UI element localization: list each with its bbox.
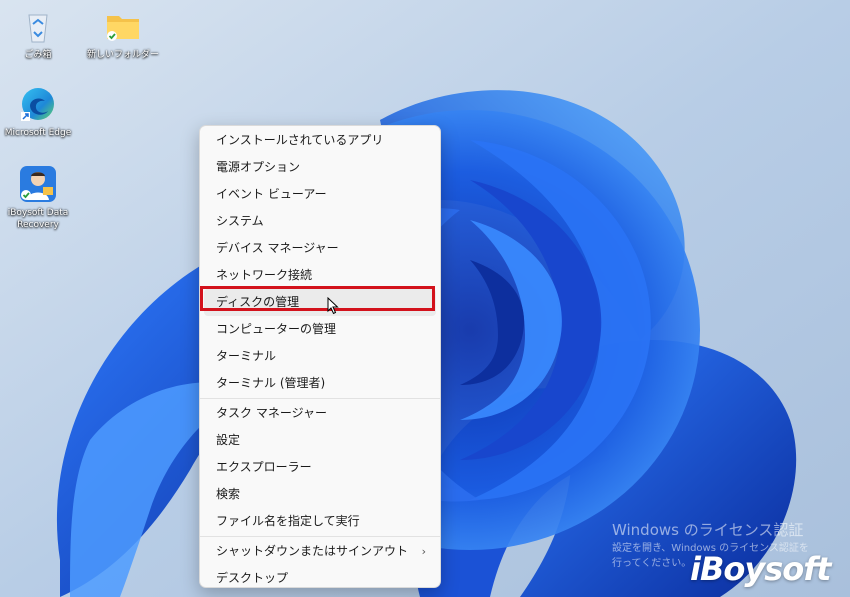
menu-item-terminal[interactable]: ターミナル — [204, 343, 436, 370]
menu-item-device-manager[interactable]: デバイス マネージャー — [204, 235, 436, 262]
menu-item-event-viewer[interactable]: イベント ビューアー — [204, 181, 436, 208]
folder-icon — [107, 16, 139, 41]
menu-item-network-connections[interactable]: ネットワーク接続 — [204, 262, 436, 289]
menu-item-system[interactable]: システム — [204, 208, 436, 235]
desktop-icon-new-folder[interactable]: 新しいフォルダー — [85, 6, 161, 61]
menu-item-terminal-admin[interactable]: ターミナル (管理者) — [204, 370, 436, 397]
menu-item-power-options[interactable]: 電源オプション — [204, 154, 436, 181]
menu-item-installed-apps[interactable]: インストールされているアプリ — [204, 127, 436, 154]
desktop-icon-label: 新しいフォルダー — [86, 50, 159, 60]
desktop-icon-recycle-bin[interactable]: ごみ箱 — [0, 6, 76, 61]
desktop-icon-label: Microsoft Edge — [4, 128, 72, 138]
context-menu: インストールされているアプリ 電源オプション イベント ビューアー システム デ… — [199, 125, 441, 588]
desktop-icon-label: iBoysoft Data Recovery — [7, 208, 69, 230]
desktop-icon-microsoft-edge[interactable]: Microsoft Edge — [0, 84, 76, 139]
menu-item-settings[interactable]: 設定 — [204, 427, 436, 454]
desktop-icon-iboysoft-data-recovery[interactable]: iBoysoft Data Recovery — [0, 164, 76, 231]
menu-item-search[interactable]: 検索 — [204, 481, 436, 508]
menu-item-run[interactable]: ファイル名を指定して実行 — [204, 508, 436, 535]
recycle-bin-icon — [28, 14, 48, 43]
desktop: ごみ箱 新しいフォルダー Microsoft Edge iBoysoft Dat… — [0, 0, 850, 597]
menu-item-shutdown-signout[interactable]: シャットダウンまたはサインアウト › — [204, 538, 436, 565]
chevron-right-icon: › — [421, 545, 426, 558]
iboysoft-logo: iBoysoft — [690, 550, 831, 588]
mouse-cursor-icon — [327, 297, 339, 315]
iboysoft-app-icon — [20, 166, 56, 202]
edge-icon — [21, 88, 54, 121]
menu-item-file-explorer[interactable]: エクスプローラー — [204, 454, 436, 481]
activation-watermark-title: Windows のライセンス認証 — [612, 521, 804, 539]
menu-item-desktop[interactable]: デスクトップ — [204, 565, 436, 592]
menu-item-disk-management[interactable]: ディスクの管理 — [204, 289, 436, 316]
menu-item-computer-management[interactable]: コンピューターの管理 — [204, 316, 436, 343]
desktop-icon-label: ごみ箱 — [24, 50, 52, 60]
menu-separator — [200, 536, 440, 537]
menu-item-label: シャットダウンまたはサインアウト — [216, 544, 409, 558]
menu-separator — [200, 398, 440, 399]
menu-item-task-manager[interactable]: タスク マネージャー — [204, 400, 436, 427]
